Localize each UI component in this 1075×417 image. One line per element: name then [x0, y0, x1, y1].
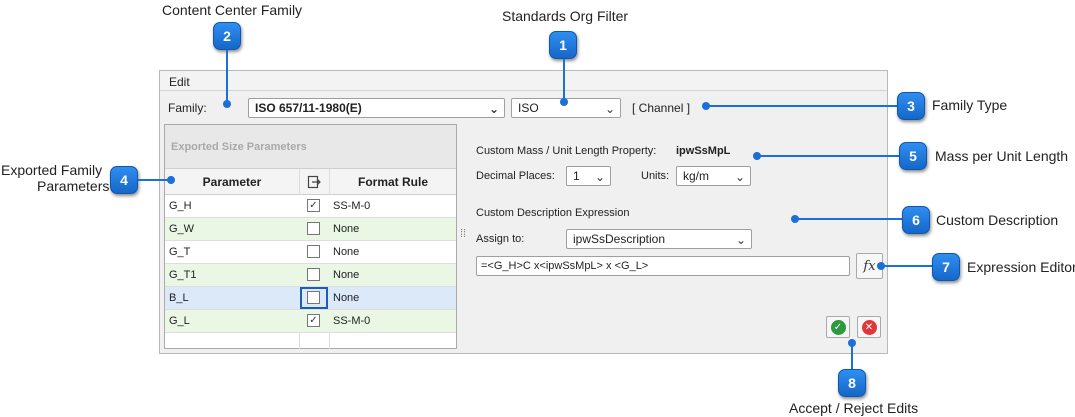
assign-to-value: ipwSsDescription	[573, 232, 666, 246]
chevron-down-icon: ⌄	[594, 170, 605, 184]
column-header-parameter[interactable]: Parameter	[165, 169, 299, 195]
function-icon: fx	[863, 258, 876, 274]
param-cell: G_H	[169, 200, 192, 212]
units-value: kg/m	[683, 169, 710, 183]
table-row[interactable]: G_T1 None	[165, 264, 456, 287]
format-cell: None	[333, 269, 360, 281]
menu-bar: Edit	[160, 71, 887, 91]
callout-2-text: Content Center Family	[162, 2, 303, 18]
grid-header: Parameter Format Rule	[165, 169, 456, 195]
format-cell: None	[333, 223, 360, 235]
table-row[interactable]: G_T None	[165, 241, 456, 264]
accept-button[interactable]: ✓	[826, 316, 850, 338]
param-cell: G_T1	[169, 269, 197, 281]
table-row[interactable]: G_H ✓ SS-M-0	[165, 195, 456, 218]
reject-button[interactable]: ✕	[857, 316, 881, 338]
chevron-down-icon: ⌄	[735, 233, 746, 247]
family-label: Family:	[168, 101, 207, 115]
callout-8-badge: 8	[838, 369, 866, 397]
family-select[interactable]: ISO 657/11-1980(E) ⌄	[248, 98, 505, 118]
expression-input[interactable]: =<G_H>C x<ipwSsMpL> x <G_L>	[476, 256, 850, 276]
callout-6-badge: 6	[902, 206, 930, 234]
content-center-dialog: Edit Family: ISO 657/11-1980(E) ⌄ ISO ⌄ …	[159, 70, 888, 354]
callout-7-text: Expression Editor	[967, 259, 1075, 275]
chevron-down-icon: ⌄	[604, 102, 615, 116]
family-select-value: ISO 657/11-1980(E)	[255, 101, 362, 115]
callout-2-badge: 2	[213, 22, 241, 50]
checkmark-icon: ✓	[830, 319, 846, 335]
callout-6-text: Custom Description	[936, 212, 1059, 228]
callout-4-badge: 4	[110, 166, 138, 194]
callout-4-text-line2: Parameters	[37, 178, 110, 194]
callout-3-badge: 3	[897, 92, 925, 120]
table-row[interactable]: G_W None	[165, 218, 456, 241]
format-cell: SS-M-0	[333, 315, 371, 327]
format-cell: SS-M-0	[333, 200, 371, 212]
param-cell: B_L	[169, 292, 189, 304]
callout-7-badge: 7	[932, 253, 960, 281]
format-cell: None	[333, 246, 360, 258]
exported-parameters-grid: Exported Size Parameters Parameter Forma…	[164, 124, 457, 349]
family-type-label: [ Channel ]	[632, 101, 691, 115]
callout-5-badge: 5	[899, 142, 927, 170]
export-icon[interactable]	[299, 169, 329, 195]
grid-band-title: Exported Size Parameters	[171, 141, 307, 153]
decimal-places-label: Decimal Places:	[476, 170, 555, 182]
menu-edit[interactable]: Edit	[169, 75, 190, 89]
callout-3-text: Family Type	[932, 97, 1008, 113]
table-row-selected[interactable]: B_L None	[165, 287, 456, 310]
export-checkbox[interactable]	[307, 268, 320, 281]
close-icon: ✕	[861, 319, 877, 335]
callout-4-text-line1: Exported Family	[1, 162, 103, 178]
format-cell: None	[333, 292, 360, 304]
param-cell: G_T	[169, 246, 191, 258]
org-select-value: ISO	[518, 101, 539, 115]
export-checkbox[interactable]	[307, 291, 320, 304]
description-section-label: Custom Description Expression	[476, 207, 630, 219]
units-select[interactable]: kg/m ⌄	[676, 166, 751, 186]
param-cell: G_L	[169, 315, 190, 327]
mass-property-value: ipwSsMpL	[676, 145, 731, 157]
callout-1-text: Standards Org Filter	[502, 8, 629, 24]
callout-1-badge: 1	[549, 31, 577, 59]
table-row[interactable]: G_L ✓ SS-M-0	[165, 310, 456, 333]
decimal-places-value: 1	[573, 169, 580, 183]
assign-to-select[interactable]: ipwSsDescription ⌄	[566, 229, 752, 249]
decimal-places-select[interactable]: 1 ⌄	[566, 166, 611, 186]
export-checkbox[interactable]: ✓	[307, 199, 320, 212]
callout-5-text: Mass per Unit Length	[935, 148, 1069, 164]
export-checkbox[interactable]: ✓	[307, 314, 320, 327]
callout-8-text: Accept / Reject Edits	[789, 400, 919, 416]
export-checkbox[interactable]	[307, 245, 320, 258]
param-cell: G_W	[169, 223, 195, 235]
splitter-grip-icon[interactable]: ⁞⁞	[460, 229, 466, 240]
mass-property-label: Custom Mass / Unit Length Property:	[476, 145, 657, 157]
column-header-format[interactable]: Format Rule	[329, 169, 457, 195]
grid-band: Exported Size Parameters	[165, 125, 456, 169]
chevron-down-icon: ⌄	[488, 102, 499, 116]
chevron-down-icon: ⌄	[734, 170, 745, 184]
units-label: Units:	[641, 170, 670, 182]
assign-to-label: Assign to:	[476, 233, 525, 245]
export-checkbox[interactable]	[307, 222, 320, 235]
